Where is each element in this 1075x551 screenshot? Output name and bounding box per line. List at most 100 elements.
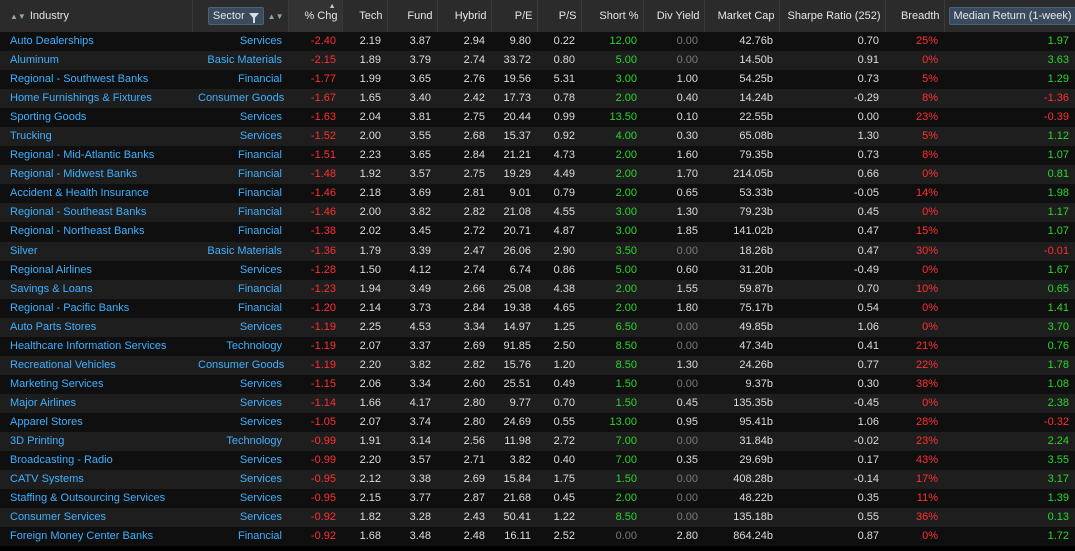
cell-industry[interactable]: Apparel Stores: [0, 413, 192, 432]
cell-industry[interactable]: Recreational Vehicles: [0, 356, 192, 375]
cell-industry[interactable]: Sporting Goods: [0, 108, 192, 127]
cell-industry[interactable]: Consumer Services: [0, 508, 192, 527]
cell-industry[interactable]: Auto Parts Stores: [0, 318, 192, 337]
filter-icon[interactable]: [248, 13, 259, 24]
cell-ps: 0.80: [553, 54, 575, 67]
cell-sector[interactable]: Services: [192, 508, 288, 527]
cell-sector[interactable]: Services: [192, 451, 288, 470]
col-header-industry[interactable]: ▲▼ Industry: [0, 0, 193, 32]
table-row[interactable]: Regional - Southwest Banks Financial -1.77…: [0, 70, 1075, 90]
cell-sector[interactable]: Services: [192, 108, 288, 127]
cell-industry[interactable]: Foreign Money Center Banks: [0, 527, 192, 546]
cell-industry[interactable]: Major Airlines: [0, 394, 192, 413]
cell-industry[interactable]: CATV Systems: [0, 470, 192, 489]
table-row[interactable]: Accident & Health Insurance Financial -1.4…: [0, 184, 1075, 204]
cell-sector[interactable]: Services: [192, 470, 288, 489]
table-row[interactable]: Trucking Services -1.52 2.00 3.55 2.68 15.37 0.…: [0, 127, 1075, 147]
col-header-tech[interactable]: Tech: [342, 0, 388, 32]
cell-industry[interactable]: 3D Printing: [0, 432, 192, 451]
cell-industry[interactable]: Auto Dealerships: [0, 32, 192, 51]
table-row[interactable]: Broadcasting - Radio Services -0.99 2.20 3.5…: [0, 451, 1075, 471]
col-header-sector[interactable]: Sector ▲▼: [192, 0, 289, 32]
sector-filter-box[interactable]: Sector: [207, 7, 264, 25]
cell-industry[interactable]: Regional - Midwest Banks: [0, 165, 192, 184]
cell-sector[interactable]: Services: [192, 375, 288, 394]
table-row[interactable]: Auto Dealerships Services -2.40 2.19 3.87 2.9…: [0, 32, 1075, 52]
cell-sector[interactable]: Financial: [192, 222, 288, 241]
cell-sector[interactable]: Financial: [192, 146, 288, 165]
cell-sector[interactable]: Services: [192, 318, 288, 337]
col-header-breadth[interactable]: Breadth: [885, 0, 945, 32]
cell-industry[interactable]: Accident & Health Insurance: [0, 184, 192, 203]
cell-sector[interactable]: Consumer Goods: [192, 89, 288, 108]
cell-industry[interactable]: Regional - Southeast Banks: [0, 203, 192, 222]
col-header-sharpe[interactable]: Sharpe Ratio (252): [779, 0, 886, 32]
table-row[interactable]: Regional - Pacific Banks Financial -1.20 2.…: [0, 298, 1075, 318]
cell-sector[interactable]: Services: [192, 32, 288, 51]
col-header-market-cap[interactable]: Market Cap: [704, 0, 780, 32]
table-row[interactable]: Regional Airlines Services -1.28 1.50 4.12 2.…: [0, 260, 1075, 280]
table-row[interactable]: Healthcare Information Services Technolog…: [0, 336, 1075, 356]
cell-industry[interactable]: Regional - Mid-Atlantic Banks: [0, 146, 192, 165]
col-header-div-yield[interactable]: Div Yield: [643, 0, 705, 32]
cell-sector[interactable]: Consumer Goods: [192, 356, 288, 375]
cell-industry[interactable]: Regional - Southwest Banks: [0, 70, 192, 89]
col-header-hybrid[interactable]: Hybrid: [437, 0, 492, 32]
cell-sector[interactable]: Technology: [192, 432, 288, 451]
median-filter-box[interactable]: Median Return (1-week): [948, 7, 1074, 25]
cell-industry[interactable]: Marketing Services: [0, 375, 192, 394]
table-row[interactable]: Aluminum Basic Materials -2.15 1.89 3.79 2.74…: [0, 51, 1075, 71]
cell-sector[interactable]: Services: [192, 413, 288, 432]
table-row[interactable]: 3D Printing Technology -0.99 1.91 3.14 2.56 11…: [0, 431, 1075, 452]
col-header-short[interactable]: Short %: [581, 0, 644, 32]
table-row[interactable]: Home Furnishings & Fixtures Consumer Good…: [0, 89, 1075, 109]
table-row[interactable]: Regional - Northeast Banks Financial -1.38…: [0, 222, 1075, 242]
cell-sector[interactable]: Financial: [192, 527, 288, 546]
table-row[interactable]: Major Airlines Services -1.14 1.66 4.17 2.80 9…: [0, 393, 1075, 413]
cell-sector[interactable]: Financial: [192, 165, 288, 184]
cell-sector[interactable]: Financial: [192, 280, 288, 299]
col-header-fund[interactable]: Fund: [387, 0, 438, 32]
cell-industry[interactable]: Silver: [0, 242, 192, 261]
cell-sector[interactable]: Financial: [192, 299, 288, 318]
cell-sector[interactable]: Financial: [192, 70, 288, 89]
col-header-chg[interactable]: ▲% Chg: [288, 0, 343, 32]
cell-sector[interactable]: Financial: [192, 203, 288, 222]
cell-industry[interactable]: Healthcare Information Services: [0, 337, 192, 356]
table-row[interactable]: Auto Parts Stores Services -1.19 2.25 4.53 3.…: [0, 317, 1075, 337]
table-row[interactable]: Staffing & Outsourcing Services Services -…: [0, 489, 1075, 509]
table-row[interactable]: Sporting Goods Services -1.63 2.04 3.81 2.75 2…: [0, 108, 1075, 128]
cell-industry[interactable]: Staffing & Outsourcing Services: [0, 489, 192, 508]
col-header-median-return[interactable]: Median Return (1-week): [944, 0, 1075, 32]
cell-sector[interactable]: Services: [192, 127, 288, 146]
cell-industry[interactable]: Aluminum: [0, 51, 192, 70]
table-row[interactable]: Regional - Midwest Banks Financial -1.48 1.…: [0, 165, 1075, 185]
table-row[interactable]: Regional - Mid-Atlantic Banks Financial -1…: [0, 146, 1075, 166]
cell-industry[interactable]: Regional Airlines: [0, 261, 192, 280]
cell-industry[interactable]: Regional - Pacific Banks: [0, 299, 192, 318]
cell-industry[interactable]: Trucking: [0, 127, 192, 146]
table-row[interactable]: Marketing Services Services -1.15 2.06 3.34 2…: [0, 374, 1075, 394]
table-row[interactable]: Consumer Services Services -0.92 1.82 3.28 2.…: [0, 508, 1075, 528]
cell-industry[interactable]: Savings & Loans: [0, 280, 192, 299]
cell-sector[interactable]: Basic Materials: [192, 242, 288, 261]
cell-div: 0.00: [676, 473, 698, 486]
cell-industry[interactable]: Regional - Northeast Banks: [0, 222, 192, 241]
cell-sector[interactable]: Basic Materials: [192, 51, 288, 70]
cell-industry[interactable]: Home Furnishings & Fixtures: [0, 89, 192, 108]
cell-sector[interactable]: Services: [192, 394, 288, 413]
table-row[interactable]: Regional - Southeast Banks Financial -1.46…: [0, 203, 1075, 223]
table-row[interactable]: CATV Systems Services -0.95 2.12 3.38 2.69 15.…: [0, 470, 1075, 490]
cell-sector[interactable]: Services: [192, 489, 288, 508]
table-row[interactable]: Recreational Vehicles Consumer Goods -1.19…: [0, 355, 1075, 375]
col-header-pe[interactable]: P/E: [491, 0, 538, 32]
table-row[interactable]: Foreign Money Center Banks Financial -0.92…: [0, 527, 1075, 547]
cell-sector[interactable]: Technology: [192, 337, 288, 356]
table-row[interactable]: Apparel Stores Services -1.05 2.07 3.74 2.80 2…: [0, 412, 1075, 432]
cell-sector[interactable]: Financial: [192, 184, 288, 203]
table-row[interactable]: Savings & Loans Financial -1.23 1.94 3.49 2.6…: [0, 279, 1075, 299]
table-row[interactable]: Silver Basic Materials -1.36 1.79 3.39 2.47 26…: [0, 241, 1075, 261]
cell-sector[interactable]: Services: [192, 261, 288, 280]
cell-industry[interactable]: Broadcasting - Radio: [0, 451, 192, 470]
col-header-ps[interactable]: P/S: [537, 0, 582, 32]
